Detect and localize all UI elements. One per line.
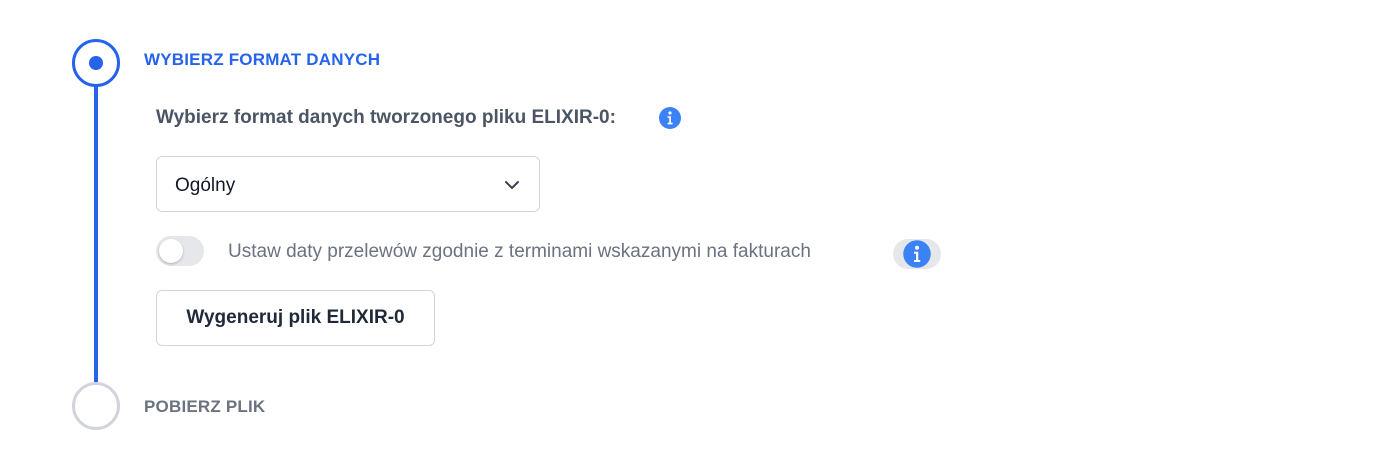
toggle-knob (159, 239, 183, 263)
stepper-connector-line (94, 86, 98, 384)
step-2-indicator[interactable] (72, 382, 120, 430)
invoice-dates-toggle-label: Ustaw daty przelewów zgodnie z terminami… (228, 241, 811, 262)
step-1-indicator (72, 39, 120, 87)
info-circle-icon[interactable] (893, 239, 941, 269)
format-select[interactable]: Ogólny (156, 156, 540, 212)
chevron-down-icon (505, 181, 519, 189)
info-circle-icon[interactable] (658, 106, 682, 130)
format-select-value: Ogólny (175, 175, 236, 196)
invoice-dates-toggle[interactable] (156, 236, 204, 266)
step-1-title: WYBIERZ FORMAT DANYCH (144, 50, 381, 69)
generate-elixir-button[interactable]: Wygeneruj plik ELIXIR-0 (156, 290, 435, 346)
step-2-title[interactable]: POBIERZ PLIK (144, 397, 265, 417)
format-label: Wybierz format danych tworzonego pliku E… (156, 107, 616, 128)
step-1-active-dot (89, 56, 103, 70)
